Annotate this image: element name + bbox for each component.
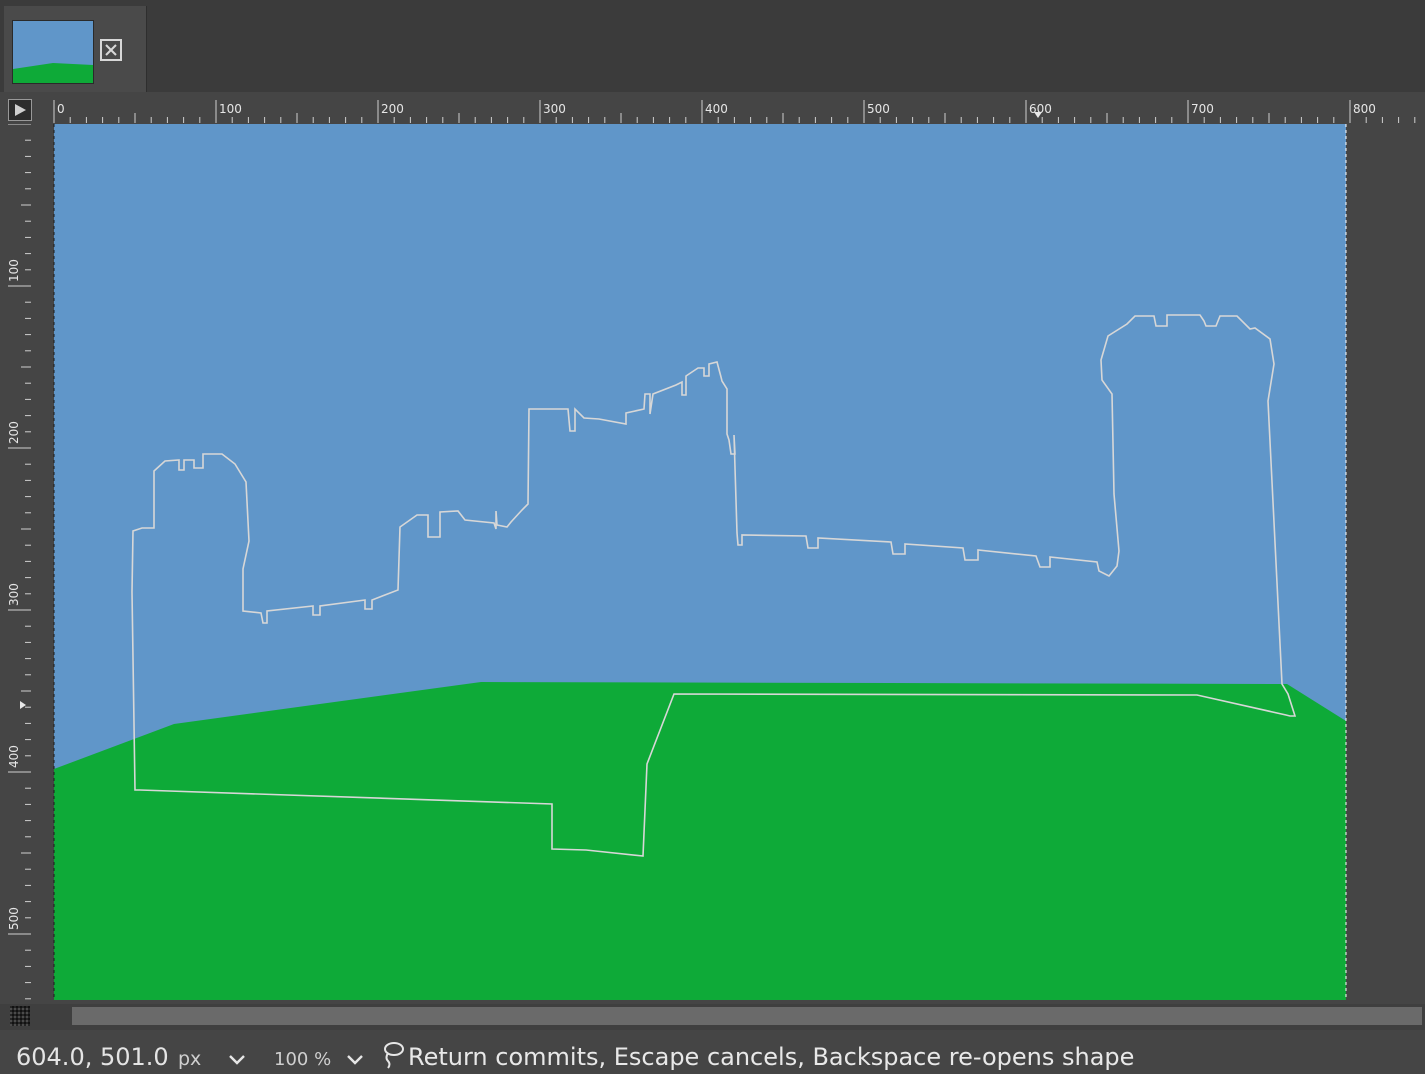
quick-mask-toggle-button[interactable] — [8, 99, 32, 121]
vertical-ruler[interactable]: 100 200 300 400 500 — [4, 124, 32, 1004]
ruler-label: 200 — [7, 421, 21, 444]
ruler-label: 300 — [543, 102, 566, 116]
close-box-icon[interactable] — [100, 39, 122, 61]
zoom-value: 100 % — [274, 1049, 332, 1070]
image-canvas[interactable] — [34, 124, 1422, 1004]
unit-value: px — [178, 1048, 202, 1070]
ruler-label: 100 — [7, 259, 21, 282]
ruler-label: 500 — [7, 907, 21, 930]
ruler-label: 100 — [219, 102, 242, 116]
ruler-pointer-marker-vertical — [20, 701, 26, 709]
unit-dropdown[interactable]: px — [178, 1046, 256, 1072]
ruler-label: 200 — [381, 102, 404, 116]
play-triangle-icon — [15, 104, 26, 116]
chevron-down-icon — [347, 1055, 363, 1065]
ruler-label: 500 — [867, 102, 890, 116]
horizontal-scrollbar[interactable] — [72, 1007, 1422, 1025]
pointer-coordinates: 604.0, 501.0 — [16, 1043, 169, 1071]
grass-area — [54, 682, 1346, 1000]
lasso-tool-icon — [384, 1042, 404, 1069]
canvas-viewport[interactable] — [34, 124, 1422, 1004]
ruler-label: 0 — [57, 102, 65, 116]
navigate-grid-icon[interactable] — [10, 1006, 30, 1026]
image-tab-bar — [0, 0, 1425, 92]
image-thumbnail[interactable] — [12, 20, 94, 84]
zoom-dropdown[interactable]: 100 % — [272, 1046, 370, 1072]
ruler-label: 300 — [7, 583, 21, 606]
ruler-label: 400 — [7, 745, 21, 768]
thumbnail-grass — [13, 63, 93, 83]
chevron-down-icon — [229, 1055, 245, 1065]
image-tab[interactable] — [4, 6, 147, 92]
horizontal-ruler[interactable]: 0 100 200 300 400 500 600 700 800 — [34, 96, 1422, 124]
status-message: Return commits, Escape cancels, Backspac… — [408, 1043, 1135, 1071]
ruler-label: 700 — [1191, 102, 1214, 116]
ruler-label: 400 — [705, 102, 728, 116]
ruler-label: 800 — [1353, 102, 1376, 116]
